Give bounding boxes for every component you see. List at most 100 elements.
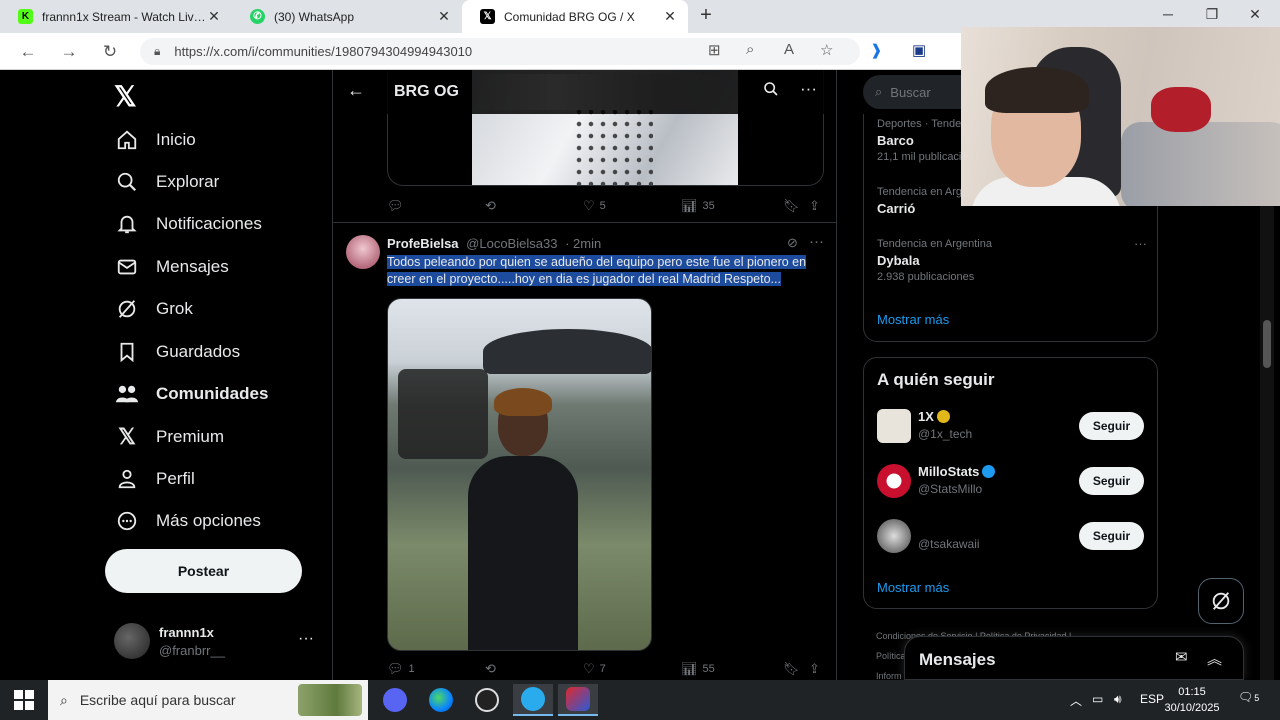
show-more-link[interactable]: Mostrar más (877, 312, 949, 327)
repost-icon: ⟲ (485, 661, 496, 676)
volume-icon[interactable]: 🔊︎ (1114, 692, 1122, 707)
follow-button[interactable]: Seguir (1079, 522, 1144, 550)
avatar[interactable] (346, 235, 380, 269)
post-button[interactable]: Postear (105, 549, 302, 593)
avatar (877, 464, 911, 498)
nav-item-premium[interactable]: 𝕏 Premium (114, 417, 224, 457)
x-icon: 𝕏 (480, 9, 495, 24)
notifications-icon[interactable]: 🗨︎5 (1238, 690, 1259, 704)
minimize-icon[interactable]: ─ (1158, 6, 1178, 22)
follow-suggestion[interactable]: @tsakawaii Seguir (877, 517, 1147, 557)
verified-blue-icon (982, 465, 996, 478)
network-icon[interactable]: ▭ (1092, 692, 1103, 706)
avatar (877, 409, 911, 443)
views-chart-icon: 📊︎ (681, 198, 698, 213)
share-button[interactable]: ⇪ (809, 198, 825, 214)
windows-start-icon[interactable] (14, 690, 34, 710)
mail-icon (114, 254, 140, 280)
reload-icon[interactable]: ↻ (99, 41, 121, 63)
previous-post-actions: 💬︎ ⟲ ♡ 5 📊︎ 35 🔖︎ ⇪ (387, 196, 827, 216)
tweet-photo[interactable] (387, 298, 652, 651)
taskbar-search-input[interactable]: ⌕ Escribe aquí para buscar (48, 680, 368, 720)
bookmark-button[interactable]: 🔖︎ (783, 198, 805, 214)
tweet-actions: 💬︎ 1 ⟲ ♡ 7 📊︎ 55 🔖︎ ⇪ (387, 659, 827, 679)
views-button[interactable]: 📊︎ 35 (681, 198, 715, 214)
more-dots-icon[interactable]: ··· (1134, 236, 1147, 251)
more-dots-icon[interactable]: ··· (800, 79, 817, 99)
reply-button[interactable]: 💬︎ 1 (387, 661, 415, 677)
extension-x-icon[interactable]: ▣ (912, 41, 926, 59)
discord-app-icon[interactable] (375, 684, 415, 716)
tab-whatsapp[interactable]: ✆ (30) WhatsApp ✕ (232, 0, 462, 33)
follow-suggestion[interactable]: 1X @1x_tech Seguir (877, 407, 1147, 447)
tab-x-community[interactable]: 𝕏 Comunidad BRG OG / X ✕ (462, 0, 688, 33)
apps-icon[interactable]: ⊞ (708, 41, 721, 59)
follow-button[interactable]: Seguir (1079, 467, 1144, 495)
grok-icon[interactable]: ⊘ (787, 235, 798, 251)
share-button[interactable]: ⇪ (809, 661, 825, 677)
new-message-icon[interactable]: ✉ (1175, 648, 1188, 666)
reply-icon: 💬︎ (387, 198, 404, 213)
telegram-app-icon[interactable] (513, 684, 553, 716)
nav-item-grok[interactable]: Grok (114, 289, 193, 329)
nav-item-mensajes[interactable]: Mensajes (114, 247, 229, 287)
favorite-star-icon[interactable]: ☆ (820, 41, 833, 59)
screen: K frannn1x Stream - Watch Live on ✕ ✆ (3… (0, 0, 1280, 720)
back-arrow-icon[interactable]: ← (347, 80, 365, 101)
search-icon[interactable] (763, 81, 779, 102)
obs-app-icon[interactable] (467, 684, 507, 716)
scrollbar-thumb[interactable] (1263, 320, 1271, 368)
bookmark-icon: 🔖︎ (783, 661, 800, 676)
repost-button[interactable]: ⟲ (485, 198, 501, 214)
lock-icon: 🔒︎ (154, 44, 161, 58)
nav-item-notificaciones[interactable]: Notificaciones (114, 204, 262, 244)
read-aloud-icon[interactable]: A (784, 41, 794, 58)
expand-up-icon[interactable]: ︽ (1207, 648, 1222, 669)
app-icon[interactable] (558, 684, 598, 716)
zoom-icon[interactable]: ⌕ (746, 41, 754, 58)
blurred-banner (473, 74, 743, 110)
people-icon (114, 381, 140, 407)
like-button[interactable]: ♡ 7 (583, 661, 606, 677)
close-tab-icon[interactable]: ✕ (436, 8, 452, 25)
edge-app-icon[interactable] (421, 684, 461, 716)
trend-item[interactable]: Tendencia en Argentina Dybala 2.938 publ… (877, 236, 1147, 283)
nav-item-mas-opciones[interactable]: Más opciones (114, 501, 261, 541)
grok-floating-button[interactable] (1198, 578, 1244, 624)
reply-button[interactable]: 💬︎ (387, 198, 409, 214)
back-icon[interactable]: ← (17, 41, 39, 63)
avatar (114, 623, 150, 659)
close-tab-icon[interactable]: ✕ (662, 8, 678, 25)
restore-icon[interactable]: ❐ (1202, 6, 1222, 23)
bookmark-button[interactable]: 🔖︎ (783, 661, 805, 677)
more-dots-icon[interactable]: ··· (809, 233, 824, 250)
nav-item-inicio[interactable]: Inicio (114, 120, 196, 160)
like-button[interactable]: ♡ 5 (583, 198, 606, 214)
more-dots-icon: ··· (298, 630, 314, 647)
account-switcher[interactable]: frannn1x @franbrr__ ··· (114, 618, 324, 662)
tab-kick[interactable]: K frannn1x Stream - Watch Live on ✕ (0, 0, 232, 33)
follow-suggestion[interactable]: MilloStats @StatsMillo Seguir (877, 462, 1147, 502)
show-more-link[interactable]: Mostrar más (877, 580, 949, 595)
new-tab-icon[interactable]: + (695, 4, 717, 26)
x-logo-icon[interactable]: 𝕏 (114, 80, 137, 113)
views-button[interactable]: 📊︎ 55 (681, 661, 715, 677)
nav-item-comunidades[interactable]: Comunidades (114, 374, 268, 414)
tray-expand-icon[interactable]: ︿ (1070, 692, 1082, 709)
follow-button[interactable]: Seguir (1079, 412, 1144, 440)
nav-item-explorar[interactable]: Explorar (114, 162, 219, 202)
clock[interactable]: 01:15 30/10/2025 (1160, 684, 1224, 716)
extension-icon[interactable]: ❱ (870, 41, 883, 59)
nav-item-perfil[interactable]: Perfil (114, 459, 195, 499)
close-window-icon[interactable]: ✕ (1245, 6, 1265, 23)
close-tab-icon[interactable]: ✕ (206, 8, 222, 25)
webcam-overlay (961, 27, 1280, 206)
who-to-follow-card: A quién seguir 1X @1x_tech Seguir MilloS… (863, 357, 1158, 609)
search-icon: ⌕ (60, 691, 68, 708)
verified-gold-icon (936, 410, 950, 423)
nav-item-guardados[interactable]: Guardados (114, 332, 240, 372)
messages-drawer[interactable]: Mensajes ✉ ︽ (904, 636, 1244, 680)
forward-icon[interactable]: → (58, 41, 80, 63)
left-nav: 𝕏 Inicio Explorar Notificaciones Mensaje… (6, 70, 332, 680)
repost-button[interactable]: ⟲ (485, 661, 501, 677)
